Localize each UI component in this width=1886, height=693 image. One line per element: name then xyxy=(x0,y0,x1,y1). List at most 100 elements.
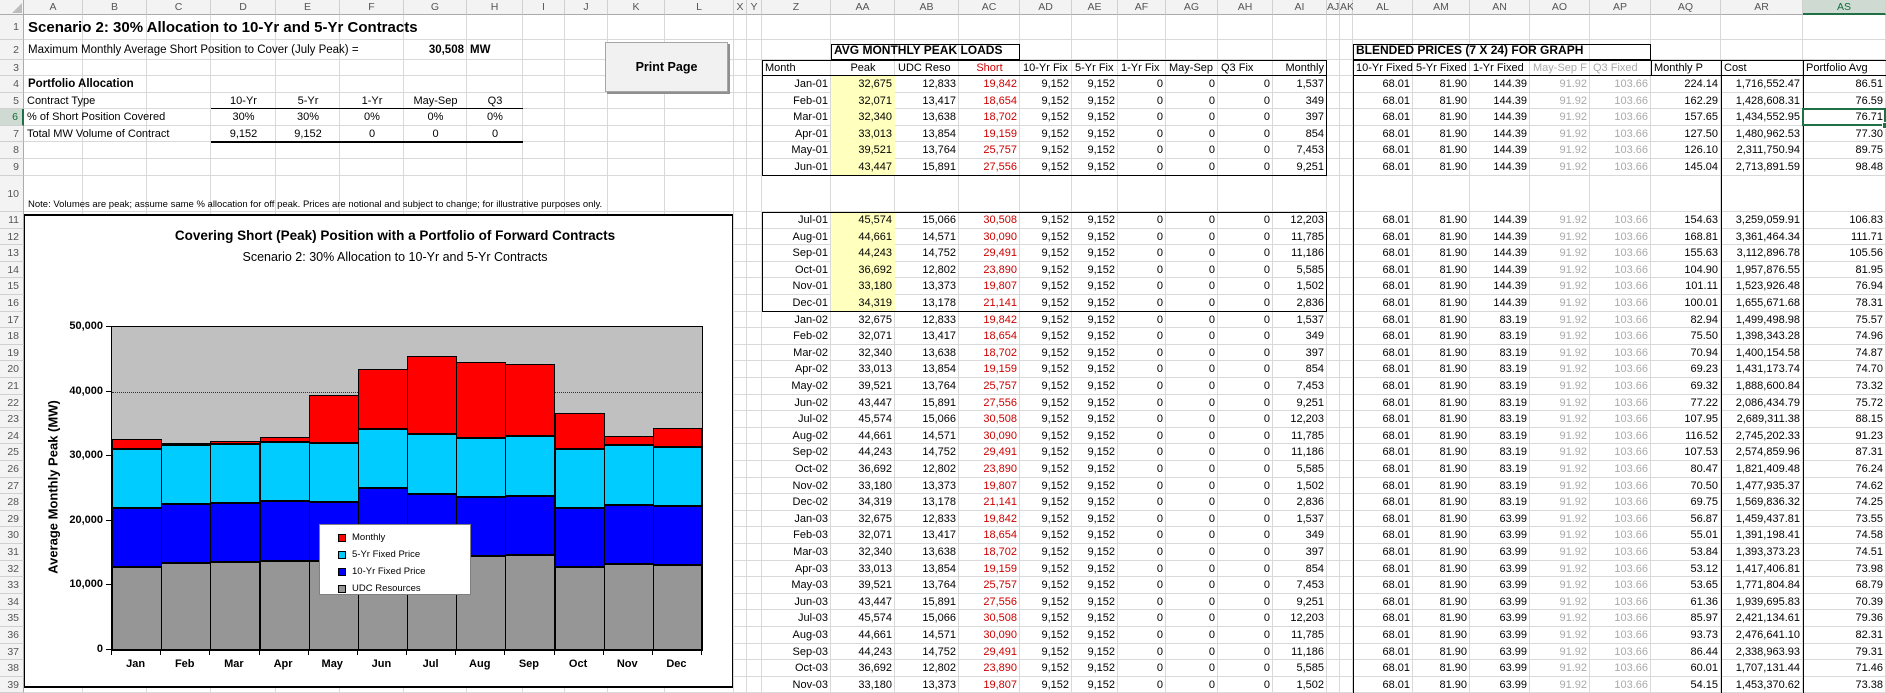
cell-AF18[interactable]: 0 xyxy=(1118,328,1166,345)
column-header-F[interactable]: F xyxy=(340,0,404,15)
cell-E5[interactable]: 5-Yr xyxy=(276,93,340,110)
cell-AN37[interactable]: 63.99 xyxy=(1470,644,1530,661)
cell-AF17[interactable]: 0 xyxy=(1118,312,1166,329)
cell-AQ5[interactable]: 162.29 xyxy=(1651,93,1721,110)
cell-AC18[interactable]: 18,654 xyxy=(959,328,1020,345)
cell-AI18[interactable]: 349 xyxy=(1273,328,1327,345)
cell-AO39[interactable]: 91.92 xyxy=(1530,677,1590,693)
cell-AD18[interactable]: 9,152 xyxy=(1020,328,1072,345)
cell-AC25[interactable]: 29,491 xyxy=(959,444,1020,461)
cell-AP9[interactable]: 103.66 xyxy=(1590,159,1651,176)
cell-AA35[interactable]: 45,574 xyxy=(831,610,895,627)
cell-AS27[interactable]: 74.62 xyxy=(1803,478,1886,495)
cell-AQ25[interactable]: 107.53 xyxy=(1651,444,1721,461)
cell-AG36[interactable]: 0 xyxy=(1166,627,1218,644)
cell-AB22[interactable]: 15,891 xyxy=(895,395,959,412)
cell-AQ20[interactable]: 69.23 xyxy=(1651,361,1721,378)
cell-AE24[interactable]: 9,152 xyxy=(1072,428,1118,445)
cell-AH33[interactable]: 0 xyxy=(1218,577,1273,594)
row-header-20[interactable]: 20 xyxy=(0,361,24,378)
cell-AD23[interactable]: 9,152 xyxy=(1020,411,1072,428)
cell-AN25[interactable]: 83.19 xyxy=(1470,444,1530,461)
row-header-19[interactable]: 19 xyxy=(0,345,24,362)
column-header-I[interactable]: I xyxy=(523,0,565,15)
cell-AM5[interactable]: 81.90 xyxy=(1413,93,1470,110)
cell-AA28[interactable]: 34,319 xyxy=(831,494,895,511)
cell-AI38[interactable]: 5,585 xyxy=(1273,660,1327,677)
cell-AO15[interactable]: 91.92 xyxy=(1530,278,1590,295)
cell-AI24[interactable]: 11,785 xyxy=(1273,428,1327,445)
cell-AM24[interactable]: 81.90 xyxy=(1413,428,1470,445)
cell-AL20[interactable]: 68.01 xyxy=(1353,361,1413,378)
cell-AF20[interactable]: 0 xyxy=(1118,361,1166,378)
cell-AD34[interactable]: 9,152 xyxy=(1020,594,1072,611)
cell-AP7[interactable]: 103.66 xyxy=(1590,126,1651,143)
cell-AC32[interactable]: 19,159 xyxy=(959,561,1020,578)
cell-AB18[interactable]: 13,417 xyxy=(895,328,959,345)
cell-AL38[interactable]: 68.01 xyxy=(1353,660,1413,677)
column-header-L[interactable]: L xyxy=(665,0,734,15)
cell-AO19[interactable]: 91.92 xyxy=(1530,345,1590,362)
row-header-29[interactable]: 29 xyxy=(0,511,24,528)
cell-AL11[interactable]: 68.01 xyxy=(1353,212,1413,229)
cell-AB34[interactable]: 15,891 xyxy=(895,594,959,611)
cell-AL24[interactable]: 68.01 xyxy=(1353,428,1413,445)
cell-AB33[interactable]: 13,764 xyxy=(895,577,959,594)
cell-AE36[interactable]: 9,152 xyxy=(1072,627,1118,644)
cell-AH25[interactable]: 0 xyxy=(1218,444,1273,461)
cell-AF22[interactable]: 0 xyxy=(1118,395,1166,412)
cell-AG31[interactable]: 0 xyxy=(1166,544,1218,561)
cell-AQ24[interactable]: 116.52 xyxy=(1651,428,1721,445)
cell-AA18[interactable]: 32,071 xyxy=(831,328,895,345)
cell-AB20[interactable]: 13,854 xyxy=(895,361,959,378)
cell-AP36[interactable]: 103.66 xyxy=(1590,627,1651,644)
cell-AD33[interactable]: 9,152 xyxy=(1020,577,1072,594)
column-header-AR[interactable]: AR xyxy=(1721,0,1803,15)
cell-AL12[interactable]: 68.01 xyxy=(1353,229,1413,246)
cell-Z38[interactable]: Oct-03 xyxy=(762,660,831,677)
cell-AI37[interactable]: 11,186 xyxy=(1273,644,1327,661)
cell-AO18[interactable]: 91.92 xyxy=(1530,328,1590,345)
cell-AG34[interactable]: 0 xyxy=(1166,594,1218,611)
cell-AQ8[interactable]: 126.10 xyxy=(1651,142,1721,159)
cell-AR35[interactable]: 2,421,134.61 xyxy=(1721,610,1803,627)
cell-AD17[interactable]: 9,152 xyxy=(1020,312,1072,329)
cell-AP31[interactable]: 103.66 xyxy=(1590,544,1651,561)
cell-AB35[interactable]: 15,066 xyxy=(895,610,959,627)
cell-AR19[interactable]: 1,400,154.58 xyxy=(1721,345,1803,362)
cell-AN21[interactable]: 83.19 xyxy=(1470,378,1530,395)
cell-AA30[interactable]: 32,071 xyxy=(831,527,895,544)
cell-AL18[interactable]: 68.01 xyxy=(1353,328,1413,345)
cell-G7[interactable]: 0 xyxy=(404,126,467,143)
cell-AR23[interactable]: 2,689,311.38 xyxy=(1721,411,1803,428)
cell-AI36[interactable]: 11,785 xyxy=(1273,627,1327,644)
cell-AM4[interactable]: 81.90 xyxy=(1413,76,1470,93)
cell-AH27[interactable]: 0 xyxy=(1218,478,1273,495)
cell-Z22[interactable]: Jun-02 xyxy=(762,395,831,412)
cell-AO4[interactable]: 91.92 xyxy=(1530,76,1590,93)
cell-AS19[interactable]: 74.87 xyxy=(1803,345,1886,362)
cell-AE37[interactable]: 9,152 xyxy=(1072,644,1118,661)
row-header-14[interactable]: 14 xyxy=(0,262,24,279)
cell-AB36[interactable]: 14,571 xyxy=(895,627,959,644)
cell-AS20[interactable]: 74.70 xyxy=(1803,361,1886,378)
cell-AC19[interactable]: 18,702 xyxy=(959,345,1020,362)
row-header-3[interactable]: 3 xyxy=(0,60,24,76)
cell-AE29[interactable]: 9,152 xyxy=(1072,511,1118,528)
cell-AG29[interactable]: 0 xyxy=(1166,511,1218,528)
cell-AG20[interactable]: 0 xyxy=(1166,361,1218,378)
cell-AQ14[interactable]: 104.90 xyxy=(1651,262,1721,279)
cell-AL25[interactable]: 68.01 xyxy=(1353,444,1413,461)
cell-D5[interactable]: 10-Yr xyxy=(211,93,276,110)
cell-AC31[interactable]: 18,702 xyxy=(959,544,1020,561)
cell-AH36[interactable]: 0 xyxy=(1218,627,1273,644)
column-header-B[interactable]: B xyxy=(83,0,147,15)
cell-AS30[interactable]: 74.58 xyxy=(1803,527,1886,544)
cell-AH18[interactable]: 0 xyxy=(1218,328,1273,345)
cell-AE17[interactable]: 9,152 xyxy=(1072,312,1118,329)
column-header-AK[interactable]: AK xyxy=(1340,0,1353,15)
cell-AQ27[interactable]: 70.50 xyxy=(1651,478,1721,495)
cell-AN16[interactable]: 144.39 xyxy=(1470,295,1530,312)
cell-AS14[interactable]: 81.95 xyxy=(1803,262,1886,279)
row-header-1[interactable]: 1 xyxy=(0,15,24,40)
